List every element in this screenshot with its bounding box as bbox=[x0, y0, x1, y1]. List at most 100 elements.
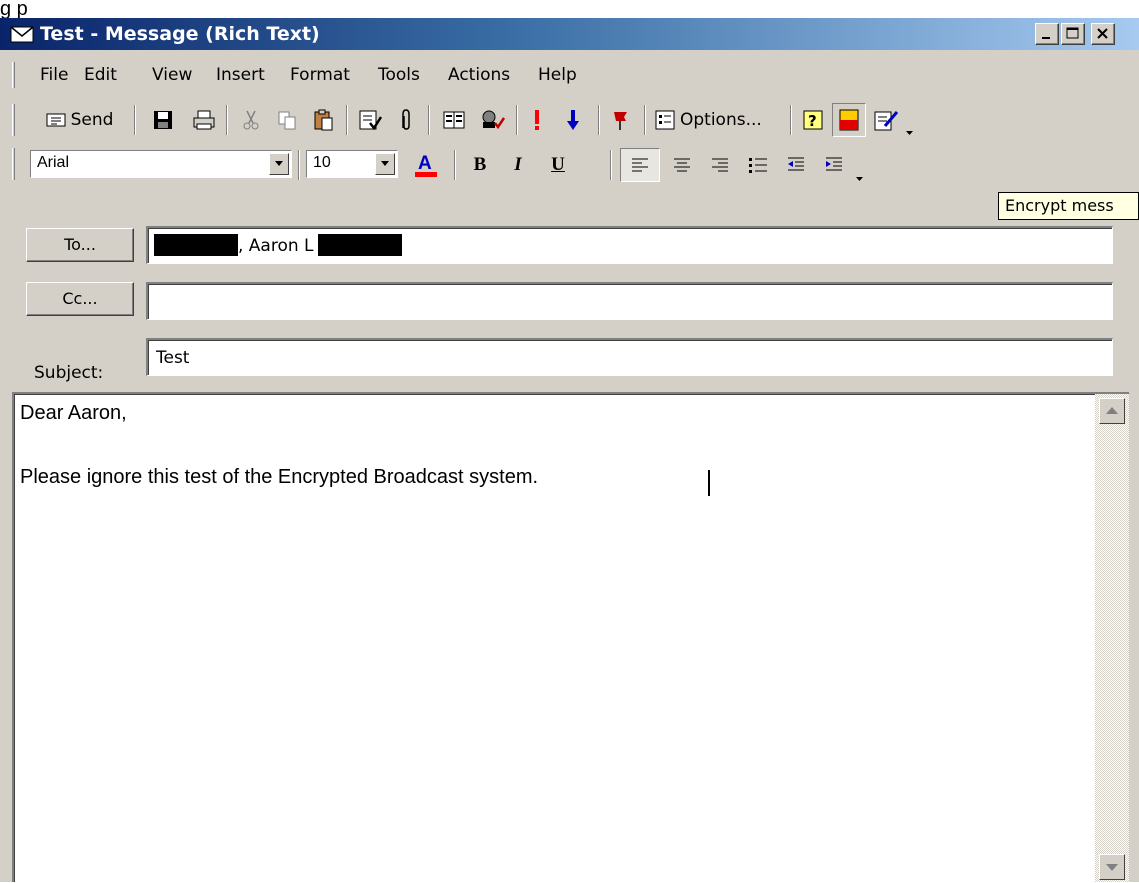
toolbar-grip[interactable] bbox=[12, 104, 15, 136]
center-button[interactable] bbox=[664, 150, 700, 180]
background-caption: g p bbox=[0, 0, 1139, 18]
font-value: Arial bbox=[37, 154, 70, 171]
to-field[interactable]: , Aaron L bbox=[146, 226, 1113, 264]
paste-button[interactable] bbox=[306, 105, 340, 135]
svg-text:?: ? bbox=[808, 112, 817, 130]
high-importance-icon bbox=[532, 108, 542, 132]
increase-indent-icon bbox=[823, 155, 845, 175]
toolbar-separator bbox=[428, 105, 430, 135]
toolbar-overflow-icon[interactable] bbox=[856, 168, 864, 181]
size-value: 10 bbox=[313, 154, 331, 171]
menu-bar: File Edit View Insert Format Tools Actio… bbox=[0, 58, 1139, 92]
size-combo[interactable]: 10 bbox=[306, 150, 398, 178]
align-center-icon bbox=[671, 155, 693, 175]
align-right-button[interactable] bbox=[702, 150, 738, 180]
menu-format[interactable]: Format bbox=[290, 64, 350, 86]
menu-edit[interactable]: Edit bbox=[84, 64, 117, 86]
copy-button[interactable] bbox=[270, 105, 304, 135]
send-label: Send bbox=[70, 110, 114, 130]
decrease-indent-button[interactable] bbox=[778, 150, 814, 180]
menu-actions[interactable]: Actions bbox=[448, 64, 510, 86]
toolbar-separator bbox=[454, 150, 456, 180]
underline-label: U bbox=[551, 154, 565, 175]
encrypt-button[interactable] bbox=[868, 105, 904, 135]
menu-tools[interactable]: Tools bbox=[378, 64, 420, 86]
decrease-indent-icon bbox=[785, 155, 807, 175]
spell-check-icon bbox=[479, 109, 505, 131]
subject-label: Subject: bbox=[34, 363, 104, 383]
toolbar-separator bbox=[516, 105, 518, 135]
high-importance-button[interactable] bbox=[520, 105, 554, 135]
bullets-button[interactable] bbox=[740, 150, 776, 180]
vertical-scrollbar[interactable] bbox=[1095, 394, 1129, 882]
attach-icon bbox=[398, 108, 414, 132]
cut-button[interactable] bbox=[234, 105, 268, 135]
body-greeting: Dear Aaron, bbox=[20, 402, 127, 424]
size-dropdown-button[interactable] bbox=[375, 153, 395, 175]
bullets-icon bbox=[747, 155, 769, 175]
options-button[interactable]: Options... bbox=[650, 105, 786, 135]
options-label: Options... bbox=[680, 110, 762, 130]
scroll-down-button[interactable] bbox=[1099, 854, 1125, 880]
save-button[interactable] bbox=[146, 105, 180, 135]
attach-button[interactable] bbox=[390, 105, 422, 135]
menu-grip[interactable] bbox=[12, 62, 15, 88]
body-text: Please ignore this test of the Encrypted… bbox=[20, 466, 539, 488]
save-icon bbox=[152, 109, 174, 131]
menu-view[interactable]: View bbox=[152, 64, 192, 86]
toolbar-overflow-icon[interactable] bbox=[906, 122, 914, 135]
redaction-block bbox=[166, 234, 238, 256]
scroll-up-button[interactable] bbox=[1099, 398, 1125, 424]
toolbar-separator bbox=[790, 105, 792, 135]
address-book-icon bbox=[442, 109, 466, 131]
title-bar[interactable]: Test - Message (Rich Text) bbox=[0, 18, 1139, 50]
toolbar-separator bbox=[226, 105, 228, 135]
maximize-button[interactable] bbox=[1061, 23, 1085, 45]
increase-indent-button[interactable] bbox=[816, 150, 852, 180]
close-button[interactable] bbox=[1091, 23, 1115, 45]
underline-button[interactable]: U bbox=[540, 150, 576, 180]
bold-button[interactable]: B bbox=[462, 150, 498, 180]
to-value: , Aaron L bbox=[238, 236, 314, 256]
encrypt-icon bbox=[873, 108, 899, 132]
sign-icon bbox=[838, 108, 860, 132]
send-icon bbox=[45, 111, 67, 129]
to-button[interactable]: To... bbox=[26, 228, 134, 262]
subject-field[interactable]: Test bbox=[146, 338, 1113, 376]
send-button[interactable]: Send bbox=[32, 105, 126, 135]
minimize-button[interactable] bbox=[1035, 23, 1059, 45]
help-button[interactable]: ? bbox=[796, 105, 830, 135]
italic-label: I bbox=[514, 154, 522, 175]
low-importance-button[interactable] bbox=[556, 105, 590, 135]
flag-button[interactable] bbox=[604, 105, 638, 135]
print-icon bbox=[192, 109, 216, 131]
menu-insert[interactable]: Insert bbox=[216, 64, 265, 86]
spell-check-button[interactable] bbox=[474, 105, 510, 135]
toolbar-separator bbox=[644, 105, 646, 135]
help-icon: ? bbox=[802, 109, 824, 131]
cc-button[interactable]: Cc... bbox=[26, 282, 134, 316]
toolbar-separator bbox=[298, 150, 300, 180]
text-caret bbox=[708, 470, 710, 496]
message-body[interactable]: Dear Aaron, Please ignore this test of t… bbox=[12, 392, 1129, 882]
cc-field[interactable] bbox=[146, 282, 1113, 320]
font-combo[interactable]: Arial bbox=[30, 150, 292, 178]
check-names-button[interactable] bbox=[352, 105, 388, 135]
font-dropdown-button[interactable] bbox=[269, 153, 289, 175]
bold-label: B bbox=[473, 154, 487, 175]
font-color-button[interactable]: A bbox=[404, 150, 448, 180]
align-left-button[interactable] bbox=[620, 148, 660, 182]
print-button[interactable] bbox=[186, 105, 222, 135]
options-icon bbox=[654, 109, 676, 131]
redaction-block bbox=[318, 234, 402, 256]
envelope-icon bbox=[10, 24, 34, 44]
sign-button[interactable] bbox=[832, 103, 866, 137]
italic-button[interactable]: I bbox=[500, 150, 536, 180]
menu-help[interactable]: Help bbox=[538, 64, 577, 86]
address-book-button[interactable] bbox=[436, 105, 472, 135]
toolbar-separator bbox=[610, 150, 612, 180]
message-window: Test - Message (Rich Text) File Edit Vie… bbox=[0, 18, 1139, 882]
toolbar-grip[interactable] bbox=[12, 148, 15, 180]
formatting-toolbar: Arial 10 A B I U bbox=[0, 144, 1139, 184]
menu-file[interactable]: File bbox=[40, 64, 68, 86]
